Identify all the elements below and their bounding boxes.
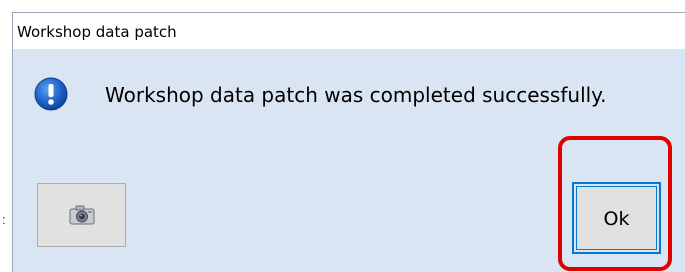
title-bar[interactable]: Workshop data patch	[13, 13, 685, 49]
background-text-fragment: :	[2, 212, 6, 227]
dialog-title: Workshop data patch	[17, 23, 177, 41]
dialog-message: Workshop data patch was completed succes…	[105, 83, 607, 107]
camera-icon	[69, 205, 95, 225]
ok-button[interactable]: Ok	[572, 182, 661, 254]
info-icon	[34, 77, 68, 111]
ok-button-label: Ok	[603, 208, 630, 230]
message-dialog: Workshop data patch Workshop data patch …	[12, 12, 685, 272]
screenshot-button[interactable]	[37, 183, 126, 247]
screen: : Workshop data patch Workshop data patc…	[0, 0, 685, 272]
background-window-edge: :	[0, 0, 12, 272]
